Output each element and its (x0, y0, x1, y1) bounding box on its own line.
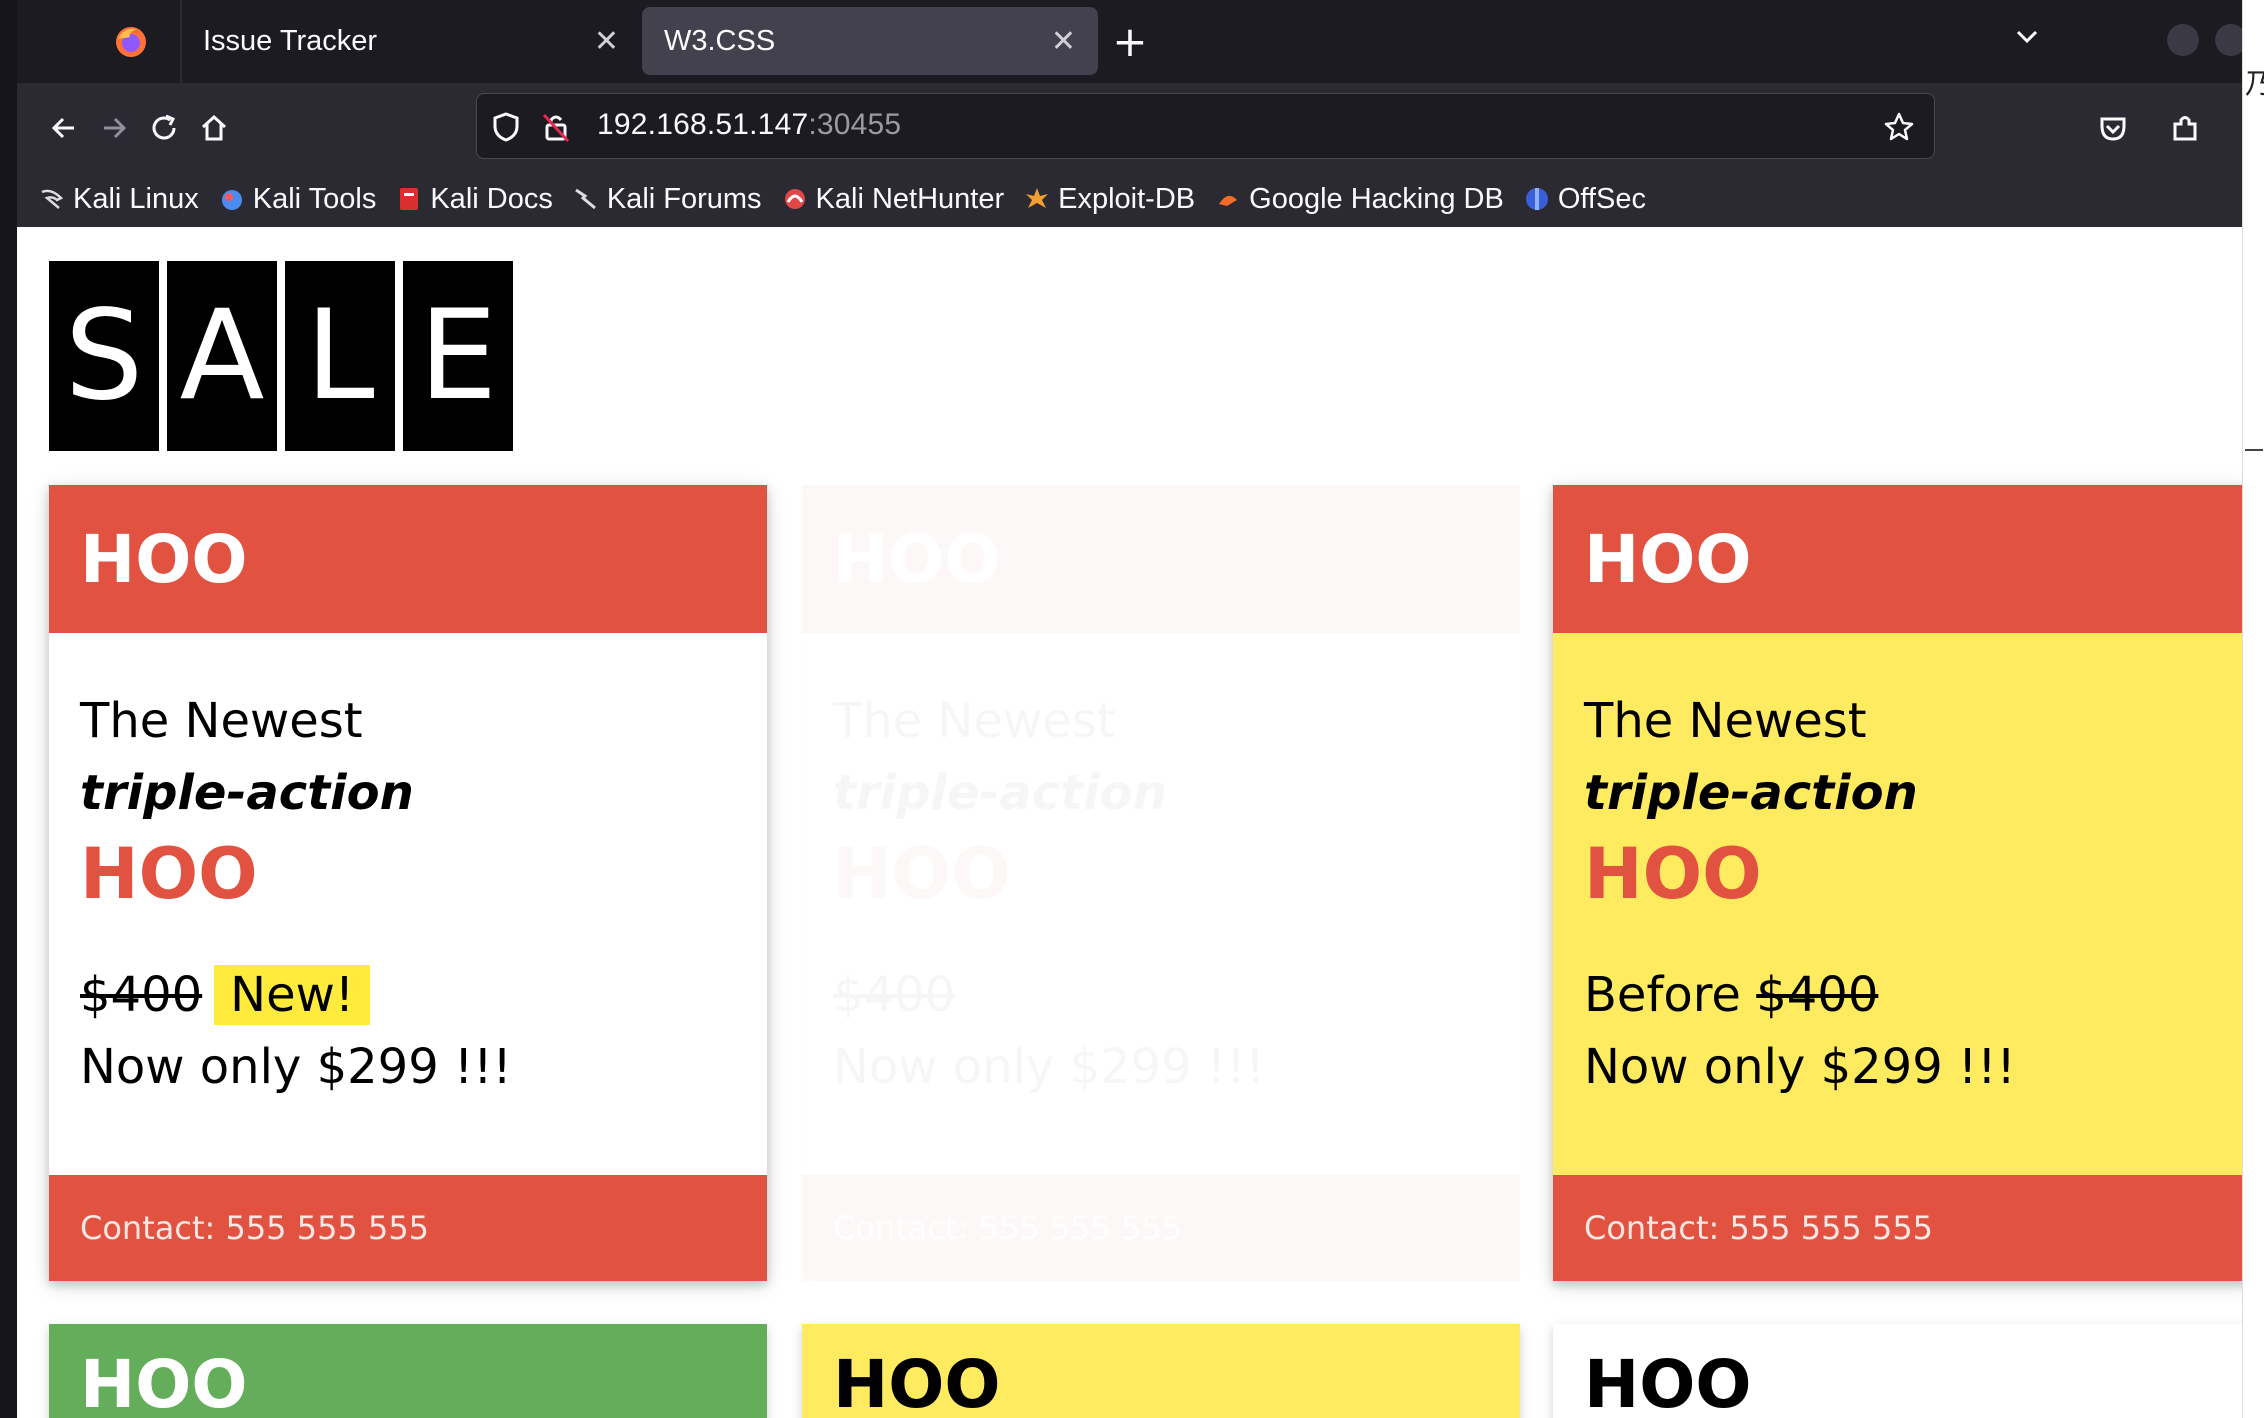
card-feature: triple-action (80, 765, 414, 821)
card-header-yellow: HOO (802, 1324, 1520, 1418)
bookmark-label: Kali Forums (606, 182, 762, 215)
card-offer: Now only $299 !!! (80, 1039, 512, 1095)
adjacent-window-edge: 乃 (2242, 0, 2264, 1418)
card-body: The Newest triple-action HOO Before $400… (1553, 633, 2242, 1175)
offsec-icon (1524, 186, 1550, 212)
card-offer: Now only $299 !!! (1584, 1039, 2016, 1095)
sale-letter: A (167, 261, 277, 451)
card-price-row: $400 (833, 959, 1489, 1031)
tab-close-icon[interactable]: ✕ (594, 24, 619, 59)
shield-icon[interactable] (487, 108, 525, 146)
tab-label: W3.CSS (664, 24, 776, 57)
bookmark-offsec[interactable]: OffSec (1524, 183, 1646, 216)
card-footer: Contact: 555 555 555 (49, 1175, 767, 1281)
card-offer: Now only $299 !!! (833, 1031, 1489, 1103)
card-old-price: $400 (833, 967, 955, 1023)
card-footer: Contact: 555 555 555 (1553, 1175, 2242, 1281)
firefox-window: Issue Tracker ✕ W3.CSS ✕ + 192.168.51.14… (17, 0, 2247, 1418)
bookmark-label: Exploit-DB (1058, 182, 1196, 215)
card-header: HOO (1553, 485, 2242, 633)
card-body: The Newest triple-action HOO $400 Now on… (802, 633, 1520, 1175)
card-header: HOO (49, 485, 767, 633)
bookmark-google-hacking-db[interactable]: Google Hacking DB (1215, 183, 1504, 216)
card-tagline: The Newest (1584, 693, 1867, 749)
bookmark-kali-tools[interactable]: Kali Tools (219, 182, 377, 216)
list-all-tabs-chevron-icon[interactable] (2007, 22, 2047, 62)
product-card: HOO The Newest triple-action HOO $400 New… (49, 485, 767, 1281)
adjacent-window-text: 乃 (2245, 67, 2264, 100)
sale-banner: S A L E (49, 261, 521, 451)
adjacent-window-tick (2245, 449, 2263, 451)
forward-arrow-icon[interactable] (89, 103, 139, 153)
bookmark-kali-linux[interactable]: Kali Linux (39, 183, 199, 216)
bookmark-kali-docs[interactable]: Kali Docs (396, 183, 553, 216)
product-card-faded: HOO The Newest triple-action HOO $400 No… (802, 485, 1520, 1281)
bookmark-star-icon[interactable] (1880, 108, 1918, 146)
url-port: :30455 (808, 108, 902, 141)
card-header: HOO (802, 485, 1520, 633)
product-card-highlight: HOO The Newest triple-action HOO Before … (1553, 485, 2242, 1281)
nethunter-icon (782, 186, 808, 212)
kali-dragon-icon (39, 186, 65, 212)
card-header-white: HOO (1553, 1324, 2242, 1418)
desktop-left-strip (0, 0, 17, 1418)
insecure-lock-icon[interactable] (537, 108, 575, 146)
bookmark-kali-forums[interactable]: Kali Forums (573, 183, 762, 216)
sale-letter: L (285, 261, 395, 451)
kali-docs-icon (396, 186, 422, 212)
exploit-db-icon (1024, 186, 1050, 212)
pocket-icon[interactable] (2088, 103, 2138, 153)
new-badge: New! (214, 965, 371, 1025)
sale-letter: S (49, 261, 159, 451)
card-feature: triple-action (833, 757, 1489, 829)
kali-forums-icon (573, 186, 599, 212)
ghdb-icon (1215, 186, 1241, 212)
tab-label: Issue Tracker (203, 24, 378, 57)
firefox-logo-icon[interactable] (107, 18, 155, 66)
tab-w3css[interactable]: W3.CSS ✕ (642, 7, 1098, 75)
card-footer: Contact: 555 555 555 (802, 1175, 1520, 1281)
card-header-green: HOO (49, 1324, 767, 1418)
page-viewport: S A L E HOO The Newest triple-action HOO… (17, 227, 2242, 1418)
card-product-name: HOO (833, 829, 1489, 919)
kali-tools-icon (219, 186, 245, 212)
card-old-price: $400 (1756, 967, 1879, 1023)
card-body: The Newest triple-action HOO $400 New! No… (49, 633, 767, 1175)
url-text[interactable]: 192.168.51.147:30455 (597, 108, 901, 142)
bookmark-label: Google Hacking DB (1249, 182, 1504, 215)
reload-icon[interactable] (139, 103, 189, 153)
new-tab-plus-icon[interactable]: + (1107, 20, 1153, 66)
card-product-name: HOO (80, 833, 258, 915)
card-price-row: Before $400 (1584, 959, 2222, 1031)
home-icon[interactable] (189, 103, 239, 153)
card-tagline: The Newest (80, 693, 363, 749)
extensions-puzzle-icon[interactable] (2160, 103, 2210, 153)
window-minimize-button[interactable] (2167, 24, 2199, 56)
card-price-row: $400 New! (80, 959, 736, 1031)
url-host: 192.168.51.147 (597, 108, 809, 141)
bookmarks-toolbar: Kali Linux Kali Tools Kali Docs Kali For… (17, 171, 2242, 227)
tab-close-icon[interactable]: ✕ (1051, 24, 1076, 59)
tab-issue-tracker[interactable]: Issue Tracker ✕ (181, 7, 641, 75)
url-bar[interactable]: 192.168.51.147:30455 (476, 93, 1935, 159)
bookmark-label: Kali Docs (430, 182, 553, 215)
bookmark-kali-nethunter[interactable]: Kali NetHunter (782, 182, 1005, 216)
card-old-price: $400 (80, 967, 203, 1023)
card-product-name: HOO (1584, 833, 1762, 915)
card-tagline: The Newest (833, 685, 1489, 757)
bookmark-exploit-db[interactable]: Exploit-DB (1024, 183, 1195, 216)
bookmark-label: Kali NetHunter (815, 182, 1005, 215)
card-feature: triple-action (1584, 765, 1918, 821)
bookmark-label: Kali Tools (252, 182, 377, 215)
navigation-toolbar: 192.168.51.147:30455 (17, 83, 2242, 171)
bookmark-label: OffSec (1557, 182, 1646, 215)
tab-bar: Issue Tracker ✕ W3.CSS ✕ + (17, 0, 2247, 83)
bookmark-label: Kali Linux (73, 182, 199, 215)
back-arrow-icon[interactable] (39, 103, 89, 153)
card-before-label: Before (1584, 967, 1741, 1023)
sale-letter: E (403, 261, 513, 451)
